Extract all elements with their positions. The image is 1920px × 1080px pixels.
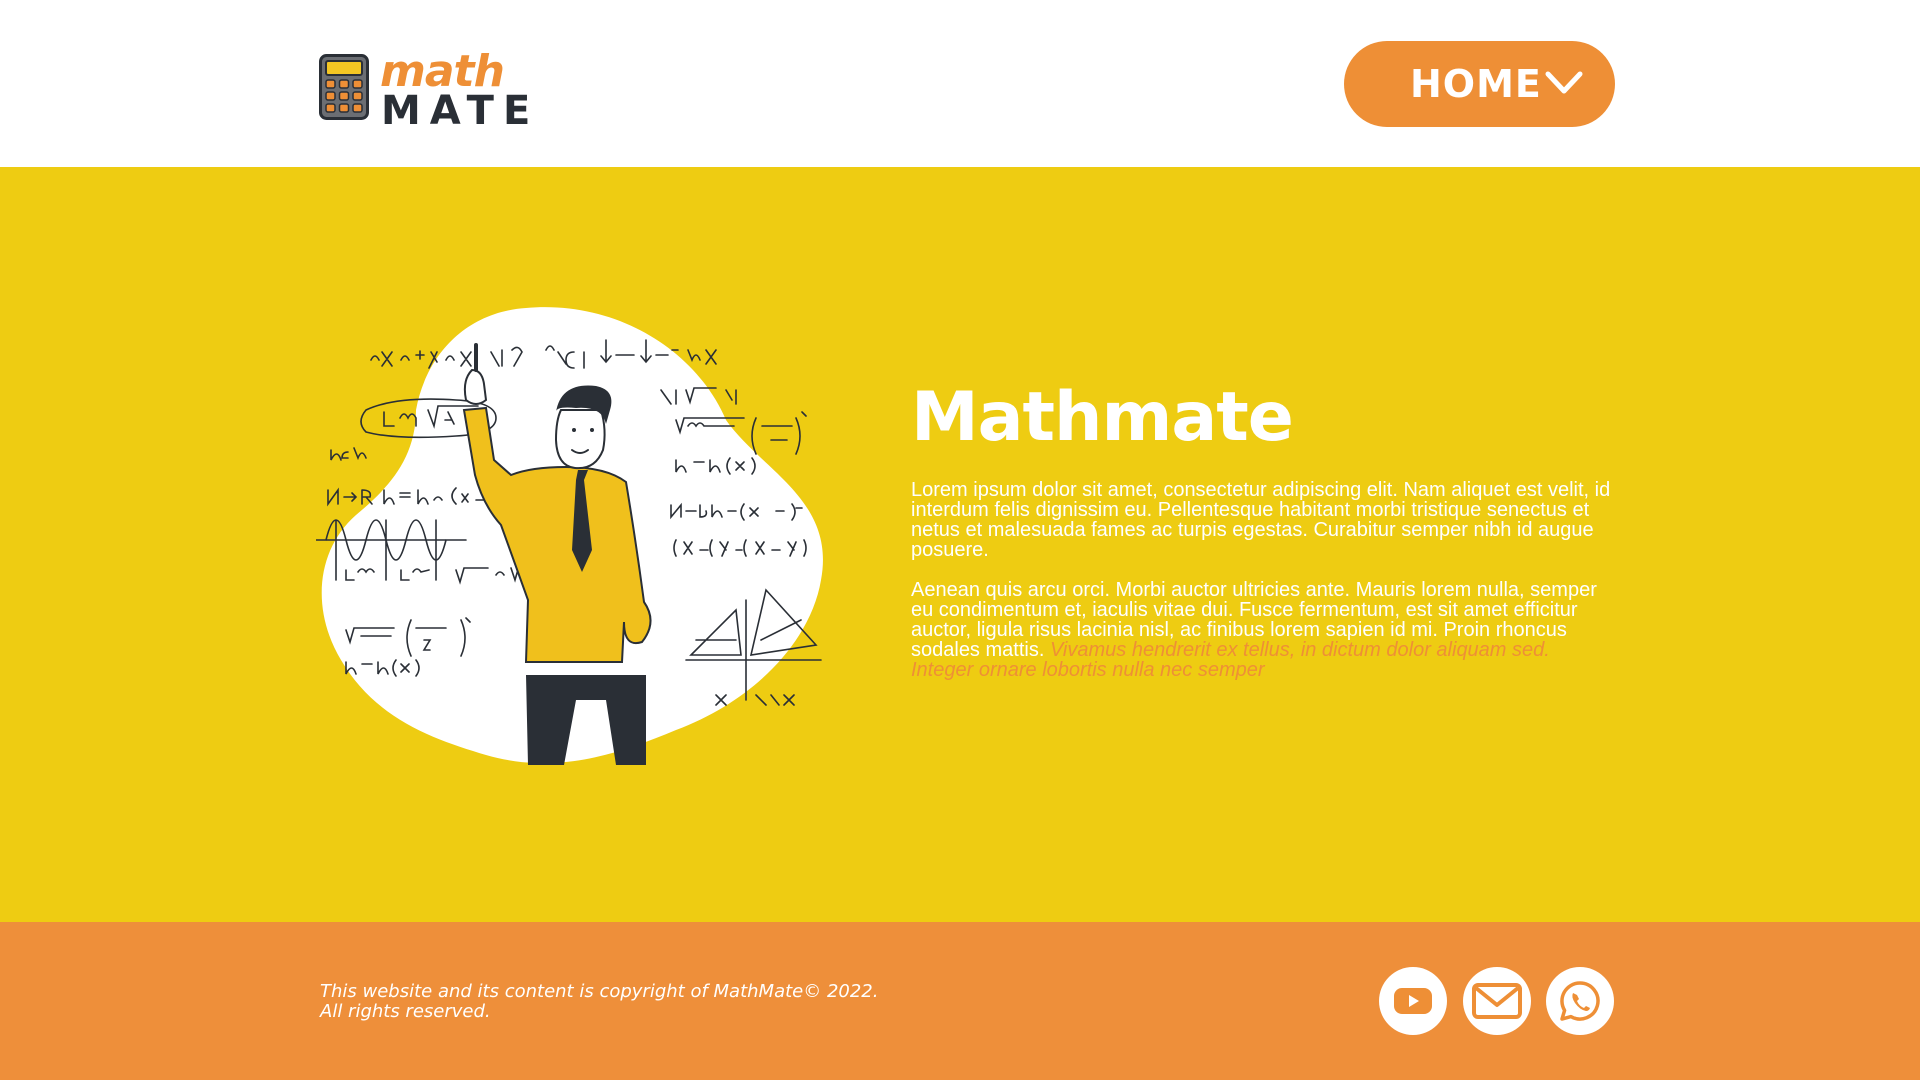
hero-title: Mathmate	[911, 378, 1294, 457]
logo-text-mate: MATE	[381, 88, 540, 134]
site-header: math MATE HOME	[0, 0, 1920, 167]
chevron-down-icon	[1545, 71, 1583, 94]
youtube-link[interactable]	[1379, 967, 1447, 1035]
whatsapp-icon	[1560, 981, 1600, 1021]
copyright-line-1: This website and its content is copyrigh…	[320, 981, 879, 1002]
home-nav-label: HOME	[1410, 62, 1542, 106]
copyright-line-2: All rights reserved.	[320, 1001, 491, 1022]
site-footer: This website and its content is copyrigh…	[0, 922, 1920, 1080]
hero-paragraph-1: Lorem ipsum dolor sit amet, consectetur …	[911, 479, 1611, 561]
home-nav-button[interactable]: HOME	[1344, 41, 1615, 127]
mail-icon	[1472, 983, 1522, 1019]
whatsapp-link[interactable]	[1546, 967, 1614, 1035]
hero-paragraph-2: Aenean quis arcu orci. Morbi auctor ultr…	[911, 580, 1611, 680]
copyright-text: This website and its content is copyrigh…	[320, 982, 878, 1022]
logo[interactable]: math MATE	[319, 46, 530, 134]
calculator-icon	[319, 54, 369, 120]
mail-link[interactable]	[1463, 967, 1531, 1035]
youtube-icon	[1394, 988, 1432, 1014]
teacher-illustration	[316, 307, 823, 765]
